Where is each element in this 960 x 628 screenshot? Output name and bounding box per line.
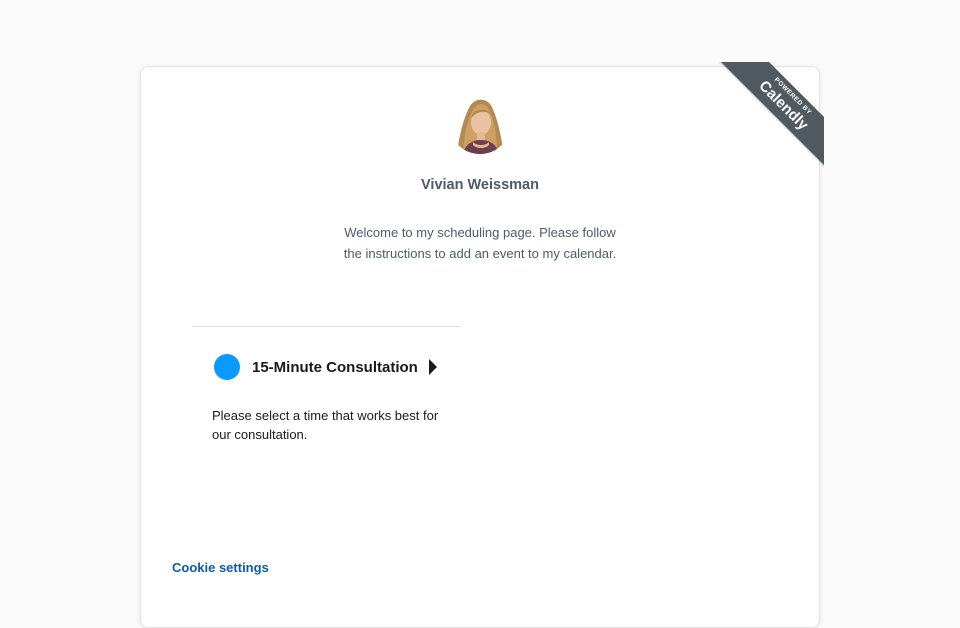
powered-by-ribbon[interactable]: POWERED BY Calendly — [718, 62, 824, 168]
avatar — [449, 92, 511, 154]
divider — [192, 326, 460, 327]
welcome-message: Welcome to my scheduling page. Please fo… — [343, 225, 617, 261]
event-description: Please select a time that works best for… — [212, 408, 439, 442]
host-name: Vivian Weissman — [421, 177, 539, 193]
powered-by-label: POWERED BY — [772, 76, 813, 117]
ribbon-band[interactable]: POWERED BY Calendly — [718, 62, 824, 168]
triangle-right-icon[interactable] — [428, 359, 437, 375]
event-color-dot — [214, 354, 240, 380]
event-type-15-minute-consultation[interactable]: 15-Minute Consultation — [214, 354, 437, 380]
cookie-settings-link[interactable]: Cookie settings — [172, 560, 269, 575]
avatar-photo-icon — [449, 92, 511, 154]
event-title[interactable]: 15-Minute Consultation — [252, 359, 418, 376]
